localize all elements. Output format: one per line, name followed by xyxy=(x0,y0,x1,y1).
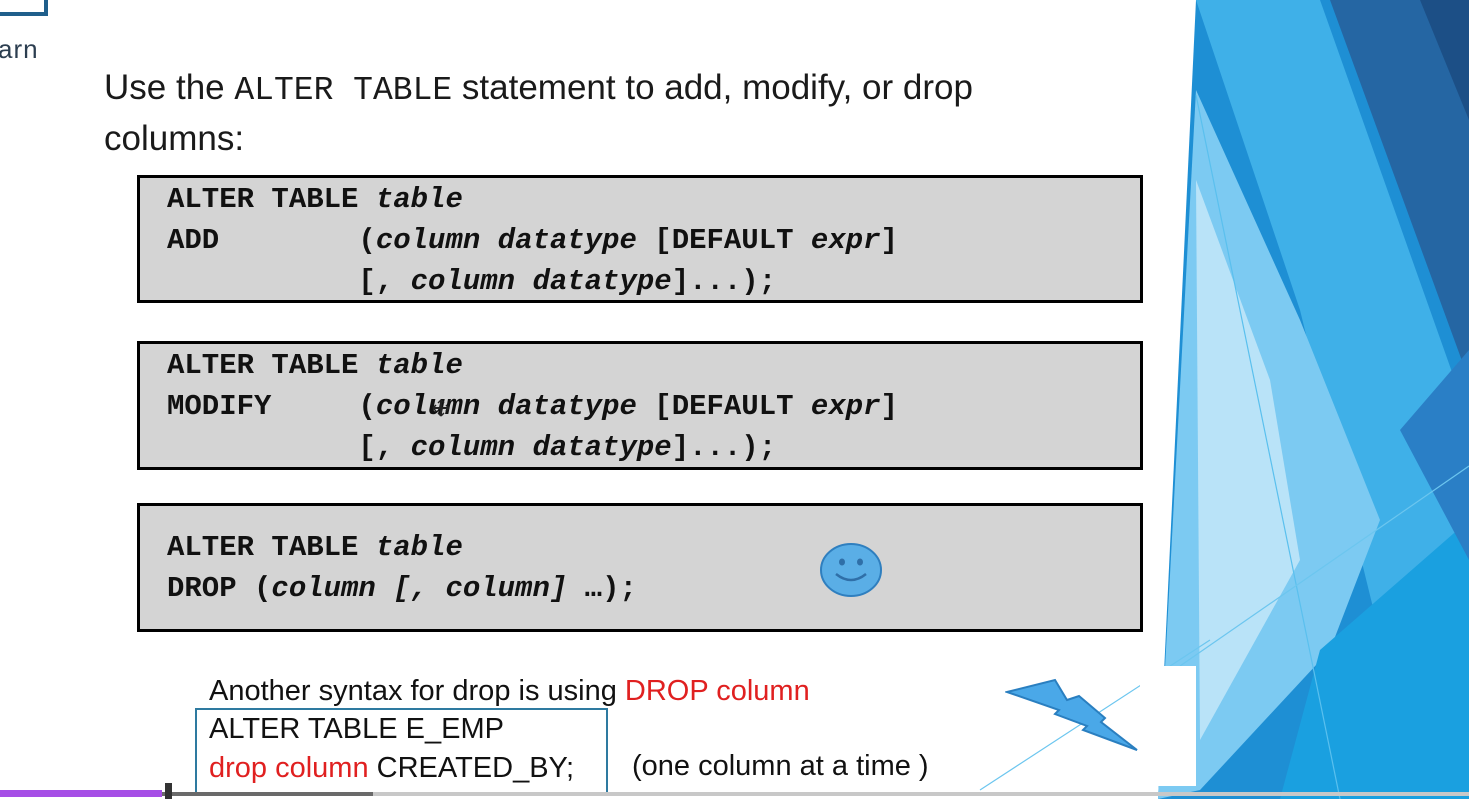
code-line: MODIFY (column datatype [DEFAULT expr] xyxy=(167,389,898,425)
code-line: ALTER TABLE table xyxy=(167,348,463,384)
smiley-icon xyxy=(820,543,882,597)
code-keyword: ALTER TABLE xyxy=(167,349,376,382)
code-keyword: …); xyxy=(567,572,637,605)
code-keyword: ALTER TABLE xyxy=(167,183,376,216)
logo-text: arn xyxy=(0,34,39,64)
code-line: [, column datatype]...); xyxy=(167,264,776,300)
code-italic: table xyxy=(375,183,463,216)
code-keyword: [, xyxy=(167,265,411,298)
code-keyword: ]...); xyxy=(671,431,777,464)
code-line: DROP (column [, column] …); xyxy=(167,571,637,607)
progress-fill xyxy=(0,790,162,797)
code-keyword: ] xyxy=(880,224,898,257)
code-italic: table xyxy=(375,531,463,564)
intro-prefix: Use the xyxy=(104,68,235,107)
sql-rest: CREATED_BY; xyxy=(368,752,575,784)
lightning-icon xyxy=(1005,678,1138,751)
hint-text: (one column at a time ) xyxy=(632,750,929,782)
code-keyword: ] xyxy=(880,390,898,423)
logo-mark xyxy=(0,0,48,16)
sql-line-1: ALTER TABLE E_EMP xyxy=(209,713,504,745)
code-line: ALTER TABLE table xyxy=(167,530,463,566)
code-italic: column datatype xyxy=(375,224,637,257)
note-text: Another syntax for drop is using DROP co… xyxy=(209,673,810,709)
code-keyword: ADD ( xyxy=(167,224,376,257)
code-keyword: DROP ( xyxy=(167,572,272,605)
intro-suffix: statement to add, modify, or drop xyxy=(452,68,973,107)
code-italic: table xyxy=(375,349,463,382)
video-progress-bar[interactable] xyxy=(0,783,1469,799)
code-line: ADD (column datatype [DEFAULT expr] xyxy=(167,223,898,259)
code-keyword: ALTER TABLE xyxy=(167,531,376,564)
code-italic: column datatype xyxy=(375,390,637,423)
code-keyword: [DEFAULT xyxy=(636,224,811,257)
intro-text: Use the ALTER TABLE statement to add, mo… xyxy=(104,64,1104,163)
code-keyword: MODIFY ( xyxy=(167,390,376,423)
code-italic: column datatype xyxy=(410,265,672,298)
code-italic: expr xyxy=(810,390,881,423)
code-box-modify: ALTER TABLE table MODIFY (column datatyp… xyxy=(137,341,1143,470)
progress-scrubber[interactable] xyxy=(165,783,172,799)
cursor-icon xyxy=(432,399,450,417)
code-line: ALTER TABLE table xyxy=(167,182,463,218)
progress-buffer xyxy=(160,792,373,796)
intro-line2: columns: xyxy=(104,119,245,158)
note-highlight: DROP column xyxy=(624,675,810,707)
code-keyword: ]...); xyxy=(671,265,777,298)
intro-keyword: ALTER TABLE xyxy=(234,72,453,109)
code-italic: column [, column] xyxy=(271,572,568,605)
code-box-add: ALTER TABLE table ADD (column datatype [… xyxy=(137,175,1143,303)
note-prefix: Another syntax for drop is using xyxy=(209,675,625,707)
code-italic: expr xyxy=(810,224,881,257)
code-box-drop: ALTER TABLE table DROP (column [, column… xyxy=(137,503,1143,632)
code-keyword: [, xyxy=(167,431,411,464)
sql-line-2: drop column CREATED_BY; xyxy=(209,750,574,786)
code-line: [, column datatype]...); xyxy=(167,430,776,466)
code-keyword: [DEFAULT xyxy=(636,390,811,423)
sql-keyword-red: drop column xyxy=(209,752,369,784)
code-italic: column datatype xyxy=(410,431,672,464)
